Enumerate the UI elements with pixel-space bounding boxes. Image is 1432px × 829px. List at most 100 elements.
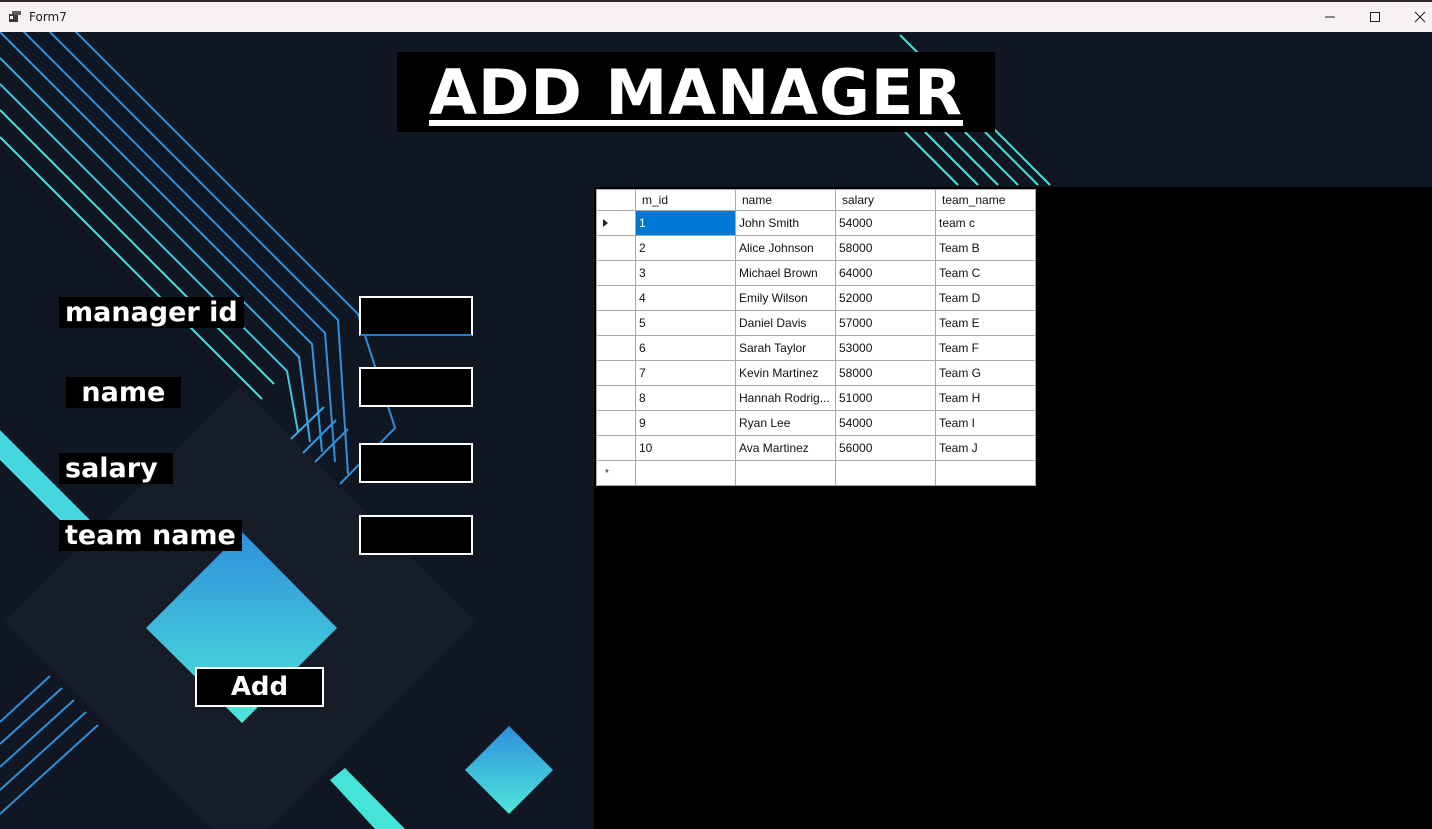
name-input[interactable] (359, 367, 473, 407)
cell-salary[interactable]: 58000 (835, 360, 936, 386)
row-header-cell[interactable] (596, 335, 636, 361)
cell-salary[interactable]: 54000 (835, 210, 936, 236)
new-row-asterisk-icon: * (605, 468, 609, 479)
cell-m-id[interactable]: 4 (635, 285, 736, 311)
team-name-label: team name (59, 520, 242, 551)
title-bar: Form7 (0, 0, 1432, 32)
add-button-label: Add (230, 672, 289, 702)
salary-input[interactable] (359, 443, 473, 483)
form-app-icon (9, 11, 21, 22)
table-row[interactable]: 10 Ava Martinez 56000 Team J (596, 435, 1036, 461)
cell-team-name[interactable]: team c (935, 210, 1036, 236)
form-client-area: ADD MANAGER manager id name salary team … (0, 32, 1432, 829)
cell-salary[interactable]: 53000 (835, 335, 936, 361)
row-header-cell[interactable] (596, 285, 636, 311)
cell-name[interactable]: Hannah Rodrig... (735, 385, 836, 411)
salary-label: salary (59, 453, 174, 484)
cell-m-id[interactable]: 1 (635, 210, 736, 236)
cell-salary[interactable]: 51000 (835, 385, 936, 411)
cell-m-id[interactable]: 6 (635, 335, 736, 361)
cell-salary[interactable]: 57000 (835, 310, 936, 336)
cell-m-id[interactable]: 2 (635, 235, 736, 261)
add-button[interactable]: Add (195, 667, 324, 707)
cell-team-name[interactable]: Team E (935, 310, 1036, 336)
minimize-button[interactable] (1307, 2, 1353, 32)
cell-m-id[interactable]: 3 (635, 260, 736, 286)
cell-team-name[interactable]: Team B (935, 235, 1036, 261)
cell-m-id[interactable]: 7 (635, 360, 736, 386)
cell-salary[interactable]: 58000 (835, 235, 936, 261)
table-row[interactable]: 6 Sarah Taylor 53000 Team F (596, 335, 1036, 361)
cell-team-name[interactable]: Team C (935, 260, 1036, 286)
data-grid-view[interactable]: m_id name salary team_name 1 John Smith 54… (594, 187, 1432, 829)
cell-name[interactable]: Sarah Taylor (735, 335, 836, 361)
table-row[interactable]: 4 Emily Wilson 52000 Team D (596, 285, 1036, 311)
table-row[interactable]: 5 Daniel Davis 57000 Team E (596, 310, 1036, 336)
row-header-cell[interactable] (596, 410, 636, 436)
new-row-cell-team-name[interactable] (935, 460, 1036, 486)
cell-team-name[interactable]: Team F (935, 335, 1036, 361)
row-header-cell[interactable] (596, 435, 636, 461)
new-row-header-cell[interactable]: * (596, 460, 636, 486)
name-label: name (66, 377, 181, 408)
new-row-cell-m-id[interactable] (635, 460, 736, 486)
cell-m-id[interactable]: 5 (635, 310, 736, 336)
cell-m-id[interactable]: 9 (635, 410, 736, 436)
cell-team-name[interactable]: Team G (935, 360, 1036, 386)
table-header-row: m_id name salary team_name (596, 189, 1036, 211)
column-header-salary[interactable]: salary (835, 189, 936, 211)
cell-name[interactable]: Alice Johnson (735, 235, 836, 261)
maximize-button[interactable] (1352, 2, 1398, 32)
cell-salary[interactable]: 52000 (835, 285, 936, 311)
cell-team-name[interactable]: Team J (935, 435, 1036, 461)
row-header-cell[interactable] (596, 310, 636, 336)
cell-m-id[interactable]: 10 (635, 435, 736, 461)
cell-name[interactable]: Daniel Davis (735, 310, 836, 336)
table-row[interactable]: 8 Hannah Rodrig... 51000 Team H (596, 385, 1036, 411)
table-row[interactable]: 9 Ryan Lee 54000 Team I (596, 410, 1036, 436)
table-row[interactable]: 2 Alice Johnson 58000 Team B (596, 235, 1036, 261)
cell-salary[interactable]: 56000 (835, 435, 936, 461)
row-indicator-arrow-icon (603, 219, 608, 227)
cell-name[interactable]: Michael Brown (735, 260, 836, 286)
cell-name[interactable]: John Smith (735, 210, 836, 236)
cell-name[interactable]: Ryan Lee (735, 410, 836, 436)
close-icon (1414, 11, 1426, 23)
table-row[interactable]: 1 John Smith 54000 team c (596, 210, 1036, 236)
cell-team-name[interactable]: Team D (935, 285, 1036, 311)
maximize-icon (1370, 12, 1380, 22)
cell-m-id[interactable]: 8 (635, 385, 736, 411)
cell-salary[interactable]: 54000 (835, 410, 936, 436)
row-header-cell[interactable] (596, 260, 636, 286)
table-row[interactable]: 7 Kevin Martinez 58000 Team G (596, 360, 1036, 386)
new-row-cell-name[interactable] (735, 460, 836, 486)
cell-team-name[interactable]: Team I (935, 410, 1036, 436)
page-title-box: ADD MANAGER (397, 52, 995, 132)
managers-table[interactable]: m_id name salary team_name 1 John Smith 54… (596, 189, 1036, 486)
manager-id-label: manager id (59, 297, 244, 328)
cell-name[interactable]: Kevin Martinez (735, 360, 836, 386)
cyan-stripe-bottom (330, 768, 405, 829)
manager-id-input[interactable] (359, 296, 473, 336)
row-header-cell[interactable] (596, 235, 636, 261)
cell-name[interactable]: Ava Martinez (735, 435, 836, 461)
new-row[interactable]: * (596, 460, 1036, 486)
close-button[interactable] (1397, 2, 1432, 32)
cell-salary[interactable]: 64000 (835, 260, 936, 286)
table-row[interactable]: 3 Michael Brown 64000 Team C (596, 260, 1036, 286)
small-diamond (465, 726, 553, 814)
minimize-icon (1325, 16, 1335, 18)
new-row-cell-salary[interactable] (835, 460, 936, 486)
corner-header-cell[interactable] (596, 189, 636, 211)
row-header-cell[interactable] (596, 385, 636, 411)
window-title: Form7 (29, 10, 67, 24)
column-header-team-name[interactable]: team_name (935, 189, 1036, 211)
column-header-m-id[interactable]: m_id (635, 189, 736, 211)
column-header-name[interactable]: name (735, 189, 836, 211)
page-title: ADD MANAGER (428, 55, 964, 129)
team-name-input[interactable] (359, 515, 473, 555)
cell-team-name[interactable]: Team H (935, 385, 1036, 411)
cell-name[interactable]: Emily Wilson (735, 285, 836, 311)
row-header-cell[interactable] (596, 360, 636, 386)
row-header-cell[interactable] (596, 210, 636, 236)
